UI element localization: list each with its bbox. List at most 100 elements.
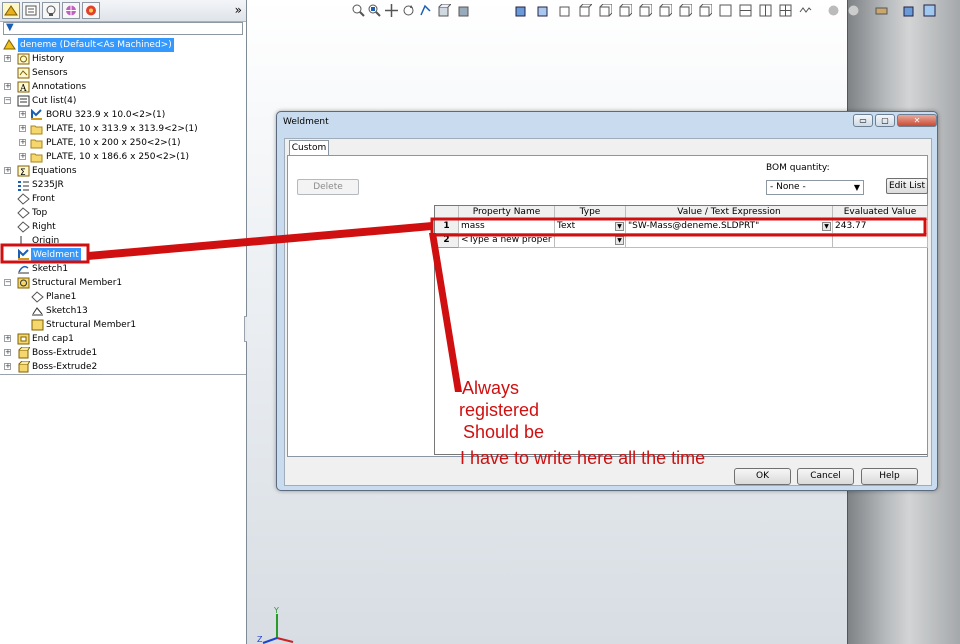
feature-tree: deneme (Default<As Machined>) + History … [0,37,246,374]
display-manager-icon [86,5,96,16]
hide-show-icon[interactable] [827,4,840,17]
view-front-icon[interactable] [599,4,612,17]
rotate-icon[interactable] [402,4,415,17]
expand-icon[interactable]: + [19,111,26,118]
tree-item-label: Boss-Extrude1 [32,348,98,358]
expand-icon[interactable]: + [19,125,26,132]
feature-manager-tab[interactable] [2,2,20,19]
svg-text:Σ: Σ [20,168,26,177]
view-two-icon[interactable] [739,4,752,17]
view-back-icon[interactable] [619,4,632,17]
link-views-icon[interactable] [799,4,812,17]
plane-icon [17,193,30,205]
expand-icon[interactable]: + [4,167,11,174]
shaded-edges-icon[interactable] [537,4,550,17]
view-orientation-icon[interactable] [438,4,451,17]
feature-manager-panel: » ▼ deneme (Default<As Machined>) + Hist… [0,0,247,644]
feature-manager-icon [4,5,18,16]
folder-icon [30,125,43,135]
more-tabs-button[interactable]: » [235,3,242,17]
chevron-down-icon[interactable]: ▼ [822,222,831,231]
view-top-icon[interactable] [679,4,692,17]
dimxpert-tab[interactable] [62,2,80,19]
tree-item-label: Plane1 [46,292,77,302]
view-left-icon[interactable] [639,4,652,17]
expand-icon[interactable]: + [4,335,11,342]
expand-icon[interactable]: + [19,153,26,160]
view-bottom-icon[interactable] [699,4,712,17]
tree-item-label: BORU 323.9 x 10.0<2>(1) [46,110,166,120]
expand-icon[interactable]: + [4,83,11,90]
minimize-button[interactable]: ▭ [853,114,873,127]
apply-scene-icon[interactable] [875,4,888,17]
panel-splitter[interactable] [0,374,246,375]
tab-custom[interactable]: Custom [289,140,329,156]
part-icon [3,39,16,50]
maximize-button[interactable]: ▢ [875,114,895,127]
realview-icon[interactable] [923,4,936,17]
wireframe-icon[interactable] [559,4,572,17]
expand-icon[interactable]: + [4,363,11,370]
svg-text:Y: Y [273,606,279,615]
expand-icon[interactable]: + [4,55,11,62]
tree-item-label: History [32,54,65,64]
tree-item-label: S235JR [32,180,64,190]
expand-icon[interactable]: + [4,349,11,356]
origin-icon [19,236,29,247]
shaded-icon[interactable] [515,4,528,17]
hidden-lines-icon[interactable] [579,4,592,17]
type-cell[interactable]: ▼ [555,234,626,248]
tree-item-label: Front [32,194,55,204]
zoom-area-icon[interactable] [368,4,381,17]
annotation-text: I have to write here all the time [460,448,706,468]
property-name-cell[interactable]: <Type a new proper [459,234,555,248]
tree-item-label: deneme (Default<As Machined>) [18,38,174,52]
type-cell[interactable]: Text ▼ [555,220,626,234]
folder-icon [31,319,44,331]
chevron-down-icon: ▼ [853,183,860,192]
value-cell[interactable]: "SW-Mass@deneme.SLDPRT" ▼ [626,220,833,234]
view-settings-icon[interactable] [903,4,916,17]
column-header: Value / Text Expression [626,206,833,220]
configuration-manager-tab[interactable] [42,2,60,19]
property-manager-tab[interactable] [22,2,40,19]
tree-item-label: Annotations [32,82,87,92]
row-number: 2 [435,234,459,248]
cutlist-icon [17,95,30,107]
plane-icon [17,207,30,219]
display-manager-tab[interactable] [82,2,100,19]
help-button[interactable]: Help [861,468,918,485]
tree-item-label: Boss-Extrude2 [32,362,98,372]
display-style-icon[interactable] [458,4,471,17]
edit-list-button[interactable]: Edit List [886,178,928,194]
extrude-icon [18,347,30,359]
ok-button[interactable]: OK [734,468,791,485]
value-cell[interactable] [626,234,833,248]
edit-appearance-icon[interactable] [847,4,860,17]
close-button[interactable]: ✕ [897,114,937,127]
configuration-manager-icon [46,5,56,16]
expand-icon[interactable]: + [19,139,26,146]
view-four-icon[interactable] [779,4,792,17]
value-expression: "SW-Mass@deneme.SLDPRT" [628,221,760,231]
zoom-to-fit-icon[interactable] [352,4,365,17]
material-icon [18,181,29,191]
tree-filter[interactable]: ▼ [3,22,243,35]
chevron-down-icon[interactable]: ▼ [615,236,624,245]
collapse-icon[interactable]: − [4,279,11,286]
view-right-icon[interactable] [659,4,672,17]
property-name-cell[interactable]: mass [459,220,555,234]
extrude-icon [18,361,30,373]
delete-button[interactable]: Delete [297,179,359,195]
cancel-button[interactable]: Cancel [797,468,854,485]
sensor-icon [17,67,30,79]
view-single-icon[interactable] [719,4,732,17]
annotation-text: registered [459,400,540,420]
pan-icon[interactable] [385,4,398,17]
view-two-vertical-icon[interactable] [759,4,772,17]
bom-quantity-value: - None - [770,182,806,192]
bom-quantity-select[interactable]: - None - ▼ [766,180,864,195]
chevron-down-icon[interactable]: ▼ [615,222,624,231]
section-view-icon[interactable] [419,4,432,17]
collapse-icon[interactable]: − [4,97,11,104]
